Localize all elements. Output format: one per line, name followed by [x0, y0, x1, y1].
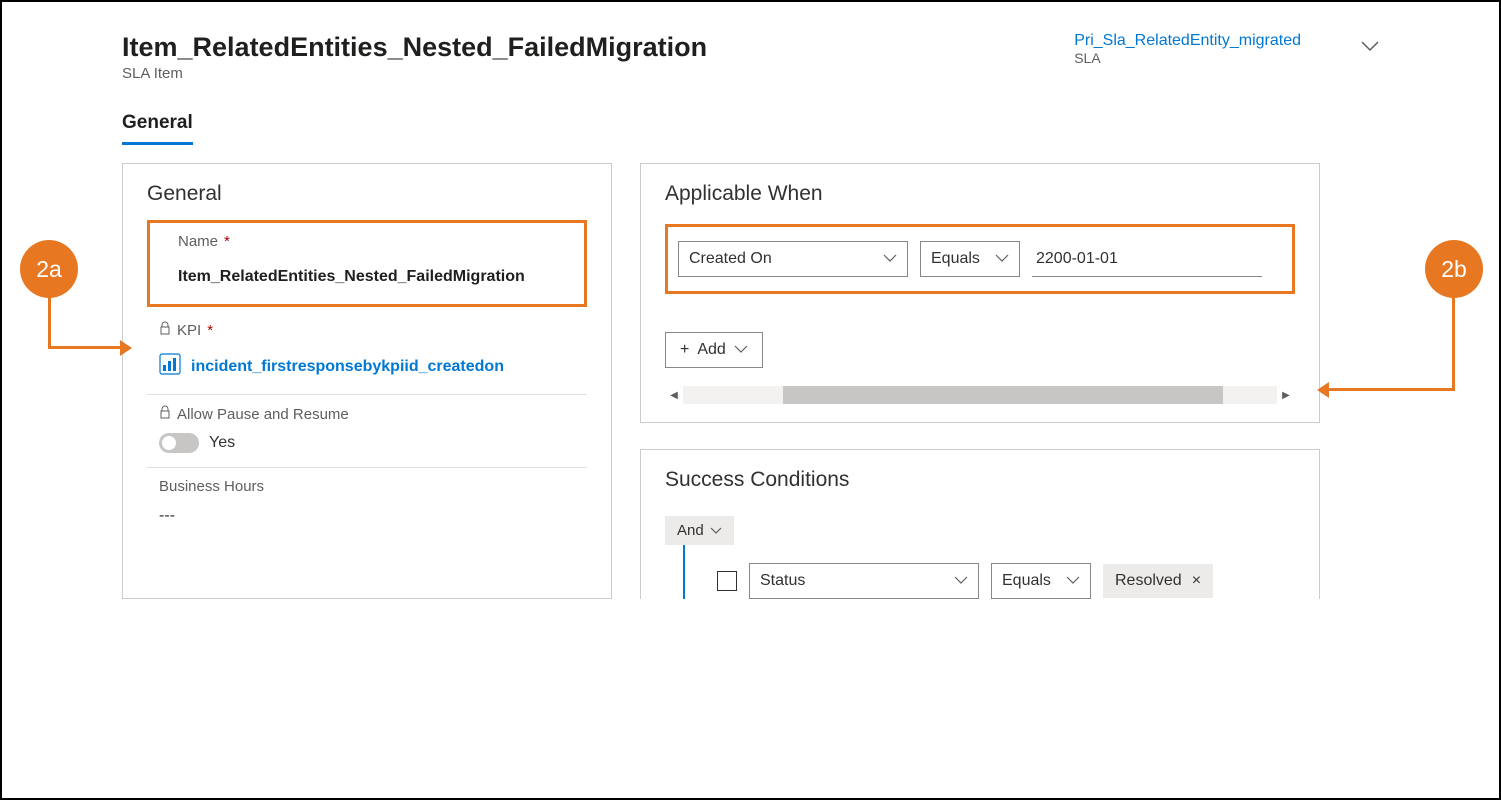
business-hours-value[interactable]: ---	[147, 507, 587, 525]
related-sla-sublabel: SLA	[1074, 50, 1301, 66]
name-label: Name	[178, 233, 218, 250]
page-header: Item_RelatedEntities_Nested_FailedMigrat…	[122, 32, 1379, 82]
add-button-label: Add	[697, 341, 725, 359]
lock-icon	[159, 405, 171, 423]
scroll-thumb[interactable]	[783, 386, 1223, 404]
required-asterisk: *	[207, 322, 213, 339]
required-asterisk: *	[224, 233, 230, 250]
kpi-value-link[interactable]: incident_firstresponsebykpiid_createdon	[191, 358, 504, 376]
applicable-when-panel: Applicable When Created On Equals 2200-0…	[640, 163, 1320, 423]
success-field-value: Status	[760, 572, 805, 590]
callout-2a-line-h	[48, 346, 122, 349]
scroll-left-arrow-icon[interactable]: ◀	[665, 390, 683, 401]
name-value[interactable]: Item_RelatedEntities_Nested_FailedMigrat…	[164, 268, 570, 286]
success-operator-select[interactable]: Equals	[991, 563, 1091, 599]
applicable-when-title: Applicable When	[665, 182, 1295, 206]
chevron-down-icon	[1066, 576, 1080, 586]
allow-pause-toggle[interactable]	[159, 433, 199, 453]
condition-operator-select[interactable]: Equals	[920, 241, 1020, 277]
related-sla-link[interactable]: Pri_Sla_RelatedEntity_migrated	[1074, 32, 1301, 50]
tab-general[interactable]: General	[122, 112, 193, 145]
kpi-chart-icon	[159, 353, 181, 380]
chevron-down-icon	[734, 345, 748, 355]
page-subtitle: SLA Item	[122, 65, 707, 82]
success-conditions-panel: Success Conditions And Status Equals	[640, 449, 1320, 599]
success-field-select[interactable]: Status	[749, 563, 979, 599]
lock-icon	[159, 321, 171, 339]
scroll-track[interactable]	[683, 386, 1277, 404]
scroll-right-arrow-icon[interactable]: ▶	[1277, 390, 1295, 401]
kpi-label: KPI	[177, 322, 201, 339]
chevron-down-icon	[954, 576, 968, 586]
callout-2a-line-v	[48, 297, 51, 347]
condition-operator-value: Equals	[931, 250, 980, 268]
success-conditions-title: Success Conditions	[665, 468, 1295, 492]
condition-checkbox[interactable]	[717, 571, 737, 591]
business-hours-label: Business Hours	[159, 478, 264, 495]
condition-highlight: Created On Equals 2200-01-01	[665, 224, 1295, 294]
callout-2b-line-v	[1452, 297, 1455, 389]
general-panel: General Name * Item_RelatedEntities_Neste…	[122, 163, 612, 599]
success-condition-row: Status Equals Resolved ×	[717, 563, 1295, 599]
chevron-down-icon[interactable]	[1361, 40, 1379, 58]
callout-2b: 2b	[1425, 240, 1483, 298]
chevron-down-icon	[995, 254, 1009, 264]
group-operator-and[interactable]: And	[665, 516, 734, 545]
add-condition-button[interactable]: + Add	[665, 332, 763, 368]
success-operator-value: Equals	[1002, 572, 1051, 590]
success-value-text: Resolved	[1115, 572, 1182, 590]
callout-2b-line-h	[1327, 388, 1455, 391]
success-value-chip[interactable]: Resolved ×	[1103, 564, 1213, 598]
chevron-down-icon	[883, 254, 897, 264]
page-title: Item_RelatedEntities_Nested_FailedMigrat…	[122, 32, 707, 63]
name-field-highlight: Name * Item_RelatedEntities_Nested_Failed…	[147, 220, 587, 307]
general-panel-title: General	[147, 182, 587, 206]
condition-value-input[interactable]: 2200-01-01	[1032, 242, 1262, 277]
allow-pause-label: Allow Pause and Resume	[177, 406, 349, 423]
chevron-down-icon	[710, 527, 722, 535]
plus-icon: +	[680, 341, 689, 359]
allow-pause-value: Yes	[209, 434, 235, 452]
callout-2a-arrowhead	[120, 340, 132, 356]
condition-field-select[interactable]: Created On	[678, 241, 908, 277]
horizontal-scrollbar[interactable]: ◀ ▶	[665, 386, 1295, 404]
tab-bar: General	[122, 112, 1379, 145]
condition-field-value: Created On	[689, 250, 772, 268]
close-icon[interactable]: ×	[1192, 572, 1201, 590]
group-operator-label: And	[677, 522, 704, 539]
callout-2a: 2a	[20, 240, 78, 298]
callout-2b-arrowhead	[1317, 382, 1329, 398]
